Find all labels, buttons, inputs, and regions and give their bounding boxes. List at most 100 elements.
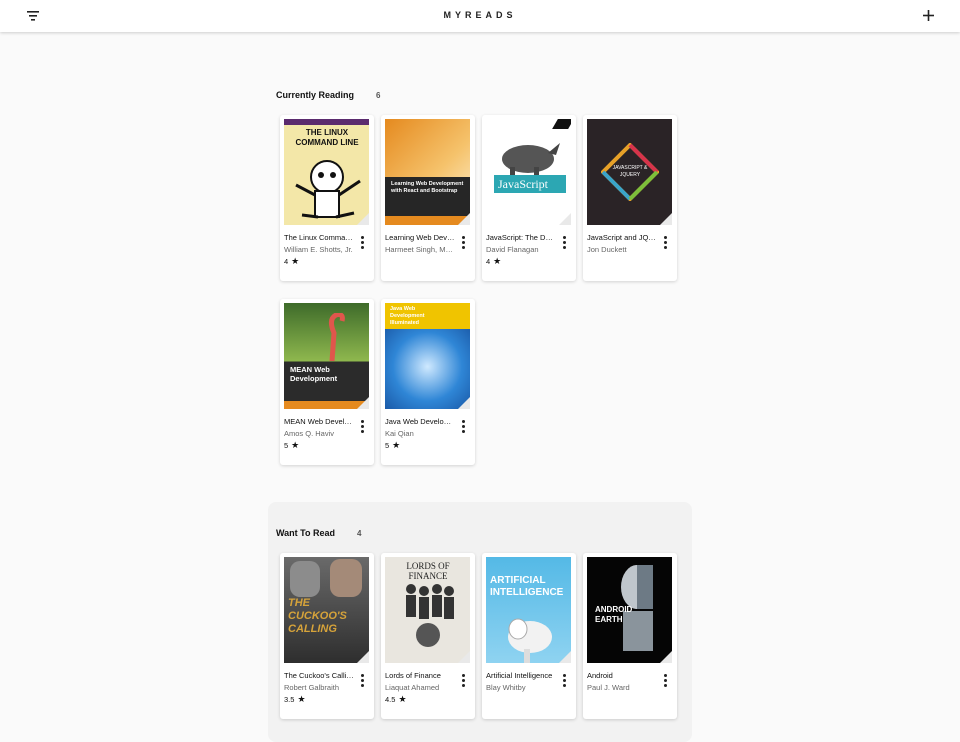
- book-rating: 4 ★: [486, 256, 502, 267]
- book-cover-text: ARTIFICIAL INTELLIGENCE: [490, 575, 564, 598]
- book-title: The Linux Command Line: [284, 233, 354, 242]
- book-title: Learning Web Development with React and …: [385, 233, 455, 242]
- more-vert-icon: [461, 235, 465, 239]
- more-vert-icon: [360, 235, 364, 239]
- shelf-want-to-read: Want To Read 4 THE CUCKOO'S CALLING The …: [268, 502, 692, 742]
- book-grid: THE LINUX COMMAND LINE The Linux Command…: [280, 115, 677, 465]
- star-icon: ★: [291, 440, 300, 450]
- book-author: Blay Whitby: [486, 683, 526, 692]
- book-cover: THE LINUX COMMAND LINE: [284, 119, 369, 225]
- book-title: The Cuckoo's Calling: [284, 671, 354, 680]
- book-card[interactable]: MEAN Web Development MEAN Web Developmen…: [280, 299, 374, 465]
- book-author: Harmeet Singh, Mehul Bhatt: [385, 245, 455, 254]
- book-card[interactable]: Java Web Development Illuminated Java We…: [381, 299, 475, 465]
- star-icon: ★: [297, 694, 306, 704]
- book-title: Android: [587, 671, 613, 680]
- shelf-currently-reading: Currently Reading 6 THE LINUX COMMAND LI…: [268, 78, 692, 478]
- shelf-title: Currently Reading: [276, 90, 355, 100]
- more-vert-icon: [663, 235, 667, 239]
- shelf-title: Want To Read: [276, 528, 335, 538]
- book-cover: ARTIFICIAL INTELLIGENCE: [486, 557, 571, 663]
- book-card[interactable]: JavaScript JavaScript: The Definitive Gu…: [482, 115, 576, 281]
- more-vert-icon: [663, 673, 667, 677]
- book-cover: JavaScript: [486, 119, 571, 225]
- book-cover-text: LORDS OF FINANCE: [406, 561, 450, 581]
- star-icon: ★: [493, 256, 502, 266]
- book-title: Artificial Intelligence: [486, 671, 553, 680]
- book-menu-button[interactable]: [560, 672, 568, 688]
- book-card[interactable]: THE CUCKOO'S CALLING The Cuckoo's Callin…: [280, 553, 374, 719]
- book-cover-text: ANDROID EARTH: [595, 605, 633, 624]
- book-rating: 3.5 ★: [284, 694, 306, 705]
- book-card[interactable]: Learning Web Development with React and …: [381, 115, 475, 281]
- more-vert-icon: [360, 419, 364, 423]
- book-title: MEAN Web Development: [284, 417, 354, 426]
- book-cover-text: JavaScript: [498, 177, 548, 191]
- more-vert-icon: [461, 673, 465, 677]
- rating-value: 5: [385, 441, 390, 450]
- rating-value: 5: [284, 441, 289, 450]
- book-cover: THE CUCKOO'S CALLING: [284, 557, 369, 663]
- book-author: Robert Galbraith: [284, 683, 340, 692]
- book-menu-button[interactable]: [358, 418, 366, 434]
- book-cover: JAVASCRIPT & JQUERY: [587, 119, 672, 225]
- book-title: JavaScript and JQuery: [587, 233, 657, 242]
- shelf-count: 4: [357, 528, 362, 538]
- book-menu-button[interactable]: [459, 672, 467, 688]
- plus-icon: [922, 9, 934, 21]
- star-icon: ★: [398, 694, 407, 704]
- book-rating: 5 ★: [284, 440, 300, 451]
- book-title: JavaScript: The Definitive Guide: [486, 233, 556, 242]
- rating-value: 4: [284, 257, 289, 266]
- book-rating: 5 ★: [385, 441, 400, 451]
- book-cover-text: MEAN Web Development: [290, 365, 338, 383]
- book-cover-text: THE CUCKOO'S CALLING: [288, 597, 347, 635]
- app-bar: MYREADS: [0, 0, 960, 32]
- book-rating: 4.5 ★: [385, 694, 407, 705]
- book-author: William E. Shotts, Jr.: [284, 245, 353, 254]
- book-cover-text: THE LINUX COMMAND LINE: [295, 128, 359, 147]
- star-icon: ★: [291, 256, 300, 266]
- rating-value: 4: [486, 257, 491, 266]
- more-vert-icon: [562, 673, 566, 677]
- shelf-count: 6: [376, 90, 381, 100]
- book-author: Jon Duckett: [587, 245, 627, 254]
- book-cover: Java Web Development Illuminated: [385, 303, 470, 409]
- book-author: David Flanagan: [486, 245, 539, 254]
- more-vert-icon: [562, 235, 566, 239]
- shelf-header: Want To Read 4: [276, 526, 361, 540]
- book-cover: ANDROID EARTH: [587, 557, 672, 663]
- more-vert-icon: [461, 419, 465, 423]
- book-cover-text: Java Web Development Illuminated: [390, 306, 425, 326]
- book-author: Amos Q. Haviv: [284, 429, 335, 438]
- book-title: Java Web Development Illuminated: [385, 417, 455, 426]
- book-card[interactable]: ANDROID EARTH Android Paul J. Ward: [583, 553, 677, 719]
- book-menu-button[interactable]: [661, 234, 669, 250]
- book-cover: LORDS OF FINANCE: [385, 557, 470, 663]
- book-menu-button[interactable]: [459, 418, 467, 434]
- book-cover: MEAN Web Development: [284, 303, 369, 409]
- book-grid: THE CUCKOO'S CALLING The Cuckoo's Callin…: [280, 553, 677, 719]
- book-title: Lords of Finance: [385, 671, 441, 680]
- book-menu-button[interactable]: [661, 672, 669, 688]
- rating-value: 4.5: [385, 695, 396, 704]
- book-menu-button[interactable]: [459, 234, 467, 250]
- book-menu-button[interactable]: [358, 234, 366, 250]
- book-menu-button[interactable]: [560, 234, 568, 250]
- book-author: Paul J. Ward: [587, 683, 630, 692]
- book-cover: Learning Web Development with React and …: [385, 119, 470, 225]
- shelf-header: Currently Reading 6: [276, 88, 380, 102]
- book-card[interactable]: JAVASCRIPT & JQUERY JavaScript and JQuer…: [583, 115, 677, 281]
- add-book-button[interactable]: [920, 7, 936, 23]
- book-card[interactable]: LORDS OF FINANCE Lords of Finance Liaqua…: [381, 553, 475, 719]
- book-author: Liaquat Ahamed: [385, 683, 440, 692]
- book-menu-button[interactable]: [358, 672, 366, 688]
- book-card[interactable]: THE LINUX COMMAND LINE The Linux Command…: [280, 115, 374, 281]
- book-author: Kai Qian: [385, 429, 414, 438]
- book-rating: 4 ★: [284, 256, 300, 267]
- more-vert-icon: [360, 673, 364, 677]
- book-cover-text: JAVASCRIPT & JQUERY: [612, 165, 648, 178]
- book-card[interactable]: ARTIFICIAL INTELLIGENCE Artificial Intel…: [482, 553, 576, 719]
- app-title: MYREADS: [443, 10, 517, 20]
- book-cover-text: Learning Web Development with React and …: [391, 181, 464, 194]
